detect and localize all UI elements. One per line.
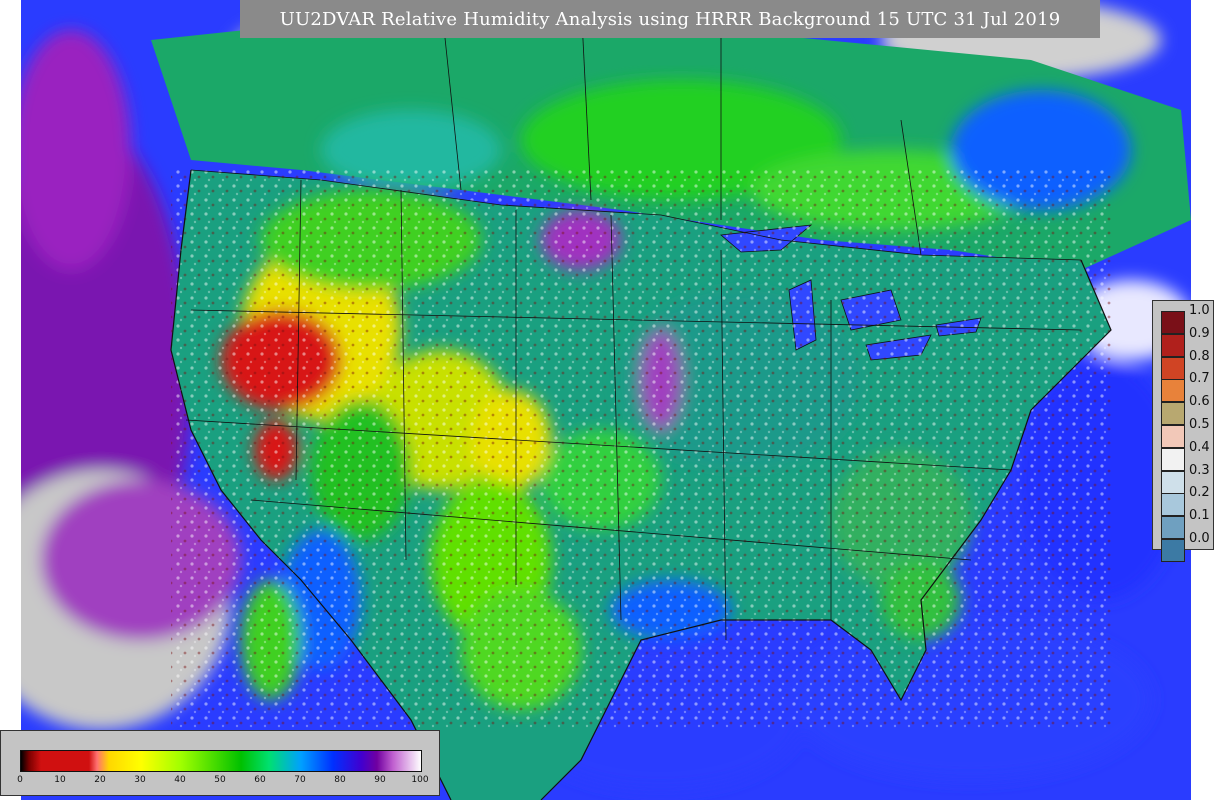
- legend-swatch: [1161, 425, 1185, 448]
- legend-swatch: [1161, 333, 1185, 357]
- colorbar-tick-label: 50: [214, 775, 226, 785]
- colorbar-tick-label: 90: [374, 775, 386, 785]
- observation-stations: [171, 170, 1111, 730]
- percent-colorbar: 0 10 20 30 40 50 60 70 80 90 100: [0, 730, 440, 796]
- legend-label: 0.9: [1189, 325, 1210, 341]
- colorbar-tick-label: 60: [254, 775, 266, 785]
- colorbar-tick-label: 40: [174, 775, 186, 785]
- colorbar-tick-label: 30: [134, 775, 146, 785]
- map-svg: [21, 0, 1191, 800]
- legend-swatch: [1161, 493, 1185, 517]
- legend-swatch: [1161, 470, 1185, 494]
- legend-swatch: [1161, 447, 1185, 471]
- legend-swatch: [1161, 356, 1185, 380]
- legend-swatch: [1161, 379, 1185, 403]
- legend-swatch: [1161, 516, 1185, 540]
- colorbar-tick-label: 100: [411, 775, 429, 785]
- legend-label: 0.5: [1189, 417, 1210, 432]
- legend-label: 0.7: [1189, 371, 1210, 387]
- map-title: UU2DVAR Relative Humidity Analysis using…: [240, 0, 1100, 38]
- colorbar-tick-label: 10: [54, 775, 66, 785]
- colorbar-tick-label: 0: [17, 775, 23, 785]
- legend-label: 0.8: [1189, 348, 1210, 364]
- percent-gradient-bar: [20, 750, 422, 772]
- legend-label: 0.6: [1189, 394, 1210, 410]
- legend-swatch: [1161, 311, 1185, 334]
- colorbar-tick-label: 80: [334, 775, 346, 785]
- map-canvas: [21, 0, 1191, 800]
- legend-label: 0.3: [1189, 462, 1210, 478]
- legend-swatch: [1161, 539, 1185, 562]
- legend-label: 0.4: [1189, 439, 1210, 455]
- legend-label: 0.2: [1189, 485, 1210, 501]
- colorbar-tick-label: 20: [94, 775, 106, 785]
- rh-scale-legend: 1.0 0.9 0.8 0.7 0.6 0.5 0.4 0.3 0.2 0.1 0.0: [1152, 300, 1214, 562]
- legend-label: 0.0: [1189, 531, 1210, 546]
- legend-label: 0.1: [1189, 508, 1210, 524]
- colorbar-tick-label: 70: [294, 775, 306, 785]
- legend-label: 1.0: [1189, 303, 1210, 318]
- legend-swatch: [1161, 402, 1185, 426]
